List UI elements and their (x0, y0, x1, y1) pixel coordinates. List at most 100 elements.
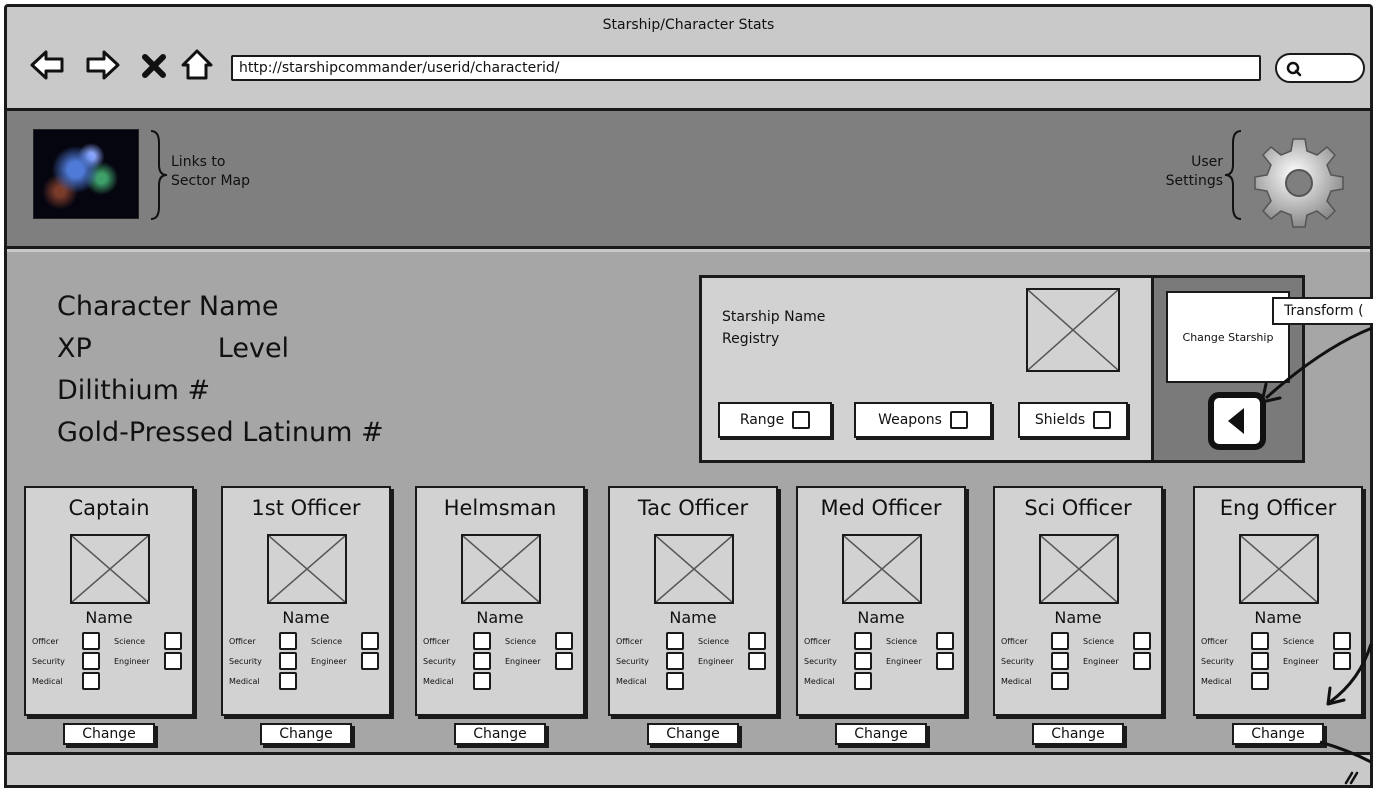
checkbox[interactable] (82, 652, 100, 670)
skill-label: Medical (32, 676, 63, 686)
range-button[interactable]: Range (718, 402, 832, 438)
checkbox[interactable] (1251, 672, 1269, 690)
starship-name-block: Starship Name Registry (722, 306, 825, 350)
skill-security: Security (423, 652, 491, 670)
checkbox[interactable] (279, 672, 297, 690)
crew-card-1st-officer: 1st Officer Name Officer Science Securit… (221, 486, 391, 716)
character-stats: Character Name XP Level Dilithium # Gold-… (57, 286, 384, 454)
checkbox[interactable] (555, 652, 573, 670)
search-box[interactable] (1275, 53, 1365, 83)
skill-label: Engineer (1283, 656, 1319, 666)
skill-medical: Medical (1201, 672, 1269, 690)
crew-card-helmsman: Helmsman Name Officer Science Security E… (415, 486, 585, 716)
checkbox[interactable] (1333, 632, 1351, 650)
checkbox[interactable] (1133, 652, 1151, 670)
crew-card-tac-officer: Tac Officer Name Officer Science Securit… (608, 486, 778, 716)
change-crew-button[interactable]: Change (647, 723, 739, 745)
skill-medical: Medical (1001, 672, 1069, 690)
checkbox[interactable] (666, 632, 684, 650)
change-crew-button[interactable]: Change (260, 723, 352, 745)
skill-label: Security (32, 656, 65, 666)
skill-label: Medical (804, 676, 835, 686)
skill-security: Security (229, 652, 297, 670)
crew-role: Sci Officer (1024, 496, 1132, 520)
window-title: Starship/Character Stats (602, 17, 775, 33)
sector-map-thumbnail[interactable] (33, 129, 139, 219)
skill-label: Security (1001, 656, 1034, 666)
skill-medical: Medical (616, 672, 684, 690)
stop-x-icon[interactable] (139, 47, 169, 83)
change-crew-button[interactable]: Change (835, 723, 927, 745)
checkbox[interactable] (792, 411, 811, 429)
starship-info: Starship Name Registry Range Weapons Shi… (702, 278, 1154, 460)
url-bar[interactable]: http://starshipcommander/userid/characte… (231, 55, 1261, 81)
checkbox[interactable] (279, 632, 297, 650)
checkbox[interactable] (82, 632, 100, 650)
status-bar (7, 752, 1370, 785)
skill-officer: Officer (32, 632, 100, 650)
checkbox[interactable] (164, 652, 182, 670)
crew-name: Name (476, 608, 524, 627)
checkbox[interactable] (279, 652, 297, 670)
portrait-placeholder (1239, 534, 1319, 604)
shields-button[interactable]: Shields (1018, 402, 1128, 438)
crew-role: Helmsman (443, 496, 557, 520)
checkbox[interactable] (1251, 652, 1269, 670)
checkbox[interactable] (748, 632, 766, 650)
checkbox[interactable] (666, 672, 684, 690)
weapons-button[interactable]: Weapons (854, 402, 992, 438)
change-crew-button[interactable]: Change (1032, 723, 1124, 745)
checkbox[interactable] (164, 632, 182, 650)
dilithium-label: Dilithium # (57, 375, 211, 406)
checkbox[interactable] (748, 652, 766, 670)
skill-label: Officer (804, 636, 831, 646)
play-left-icon[interactable] (1208, 392, 1266, 450)
skill-science: Science (1083, 632, 1151, 650)
xp-level-row: XP Level (57, 328, 384, 370)
checkbox[interactable] (473, 652, 491, 670)
checkbox[interactable] (82, 672, 100, 690)
checkbox[interactable] (936, 632, 954, 650)
checkbox[interactable] (854, 652, 872, 670)
resize-grip-icon[interactable] (1342, 769, 1360, 785)
checkbox[interactable] (361, 652, 379, 670)
checkbox[interactable] (555, 632, 573, 650)
skill-grid: Officer Science Security Engineer Medica… (423, 632, 583, 696)
skill-label: Medical (1201, 676, 1232, 686)
skill-label: Engineer (311, 656, 347, 666)
home-icon[interactable] (179, 47, 215, 83)
checkbox[interactable] (936, 652, 954, 670)
checkbox[interactable] (854, 632, 872, 650)
skill-label: Science (311, 636, 343, 646)
back-arrow-icon[interactable] (29, 47, 65, 83)
crew-card-eng-officer: Eng Officer Name Officer Science Securit… (1193, 486, 1363, 716)
skill-label: Medical (229, 676, 260, 686)
skill-label: Officer (423, 636, 450, 646)
skill-label: Science (698, 636, 730, 646)
checkbox[interactable] (361, 632, 379, 650)
browser-chrome: Starship/Character Stats http://starship… (7, 7, 1370, 111)
checkbox[interactable] (1133, 632, 1151, 650)
gear-icon[interactable] (1251, 133, 1347, 229)
checkbox[interactable] (1333, 652, 1351, 670)
crew-card-sci-officer: Sci Officer Name Officer Science Securit… (993, 486, 1163, 716)
change-crew-button[interactable]: Change (63, 723, 155, 745)
checkbox[interactable] (949, 411, 968, 429)
checkbox[interactable] (1093, 411, 1112, 429)
image-placeholder-icon (462, 535, 540, 603)
checkbox[interactable] (854, 672, 872, 690)
checkbox[interactable] (666, 652, 684, 670)
skill-science: Science (1283, 632, 1351, 650)
checkbox[interactable] (473, 632, 491, 650)
checkbox[interactable] (1051, 672, 1069, 690)
forward-arrow-icon[interactable] (85, 47, 121, 83)
change-crew-button[interactable]: Change (1232, 723, 1324, 745)
skill-science: Science (311, 632, 379, 650)
checkbox[interactable] (1051, 652, 1069, 670)
settings-label: User Settings (1165, 154, 1223, 189)
crew-name: Name (1054, 608, 1102, 627)
checkbox[interactable] (473, 672, 491, 690)
change-crew-button[interactable]: Change (454, 723, 546, 745)
checkbox[interactable] (1051, 632, 1069, 650)
checkbox[interactable] (1251, 632, 1269, 650)
